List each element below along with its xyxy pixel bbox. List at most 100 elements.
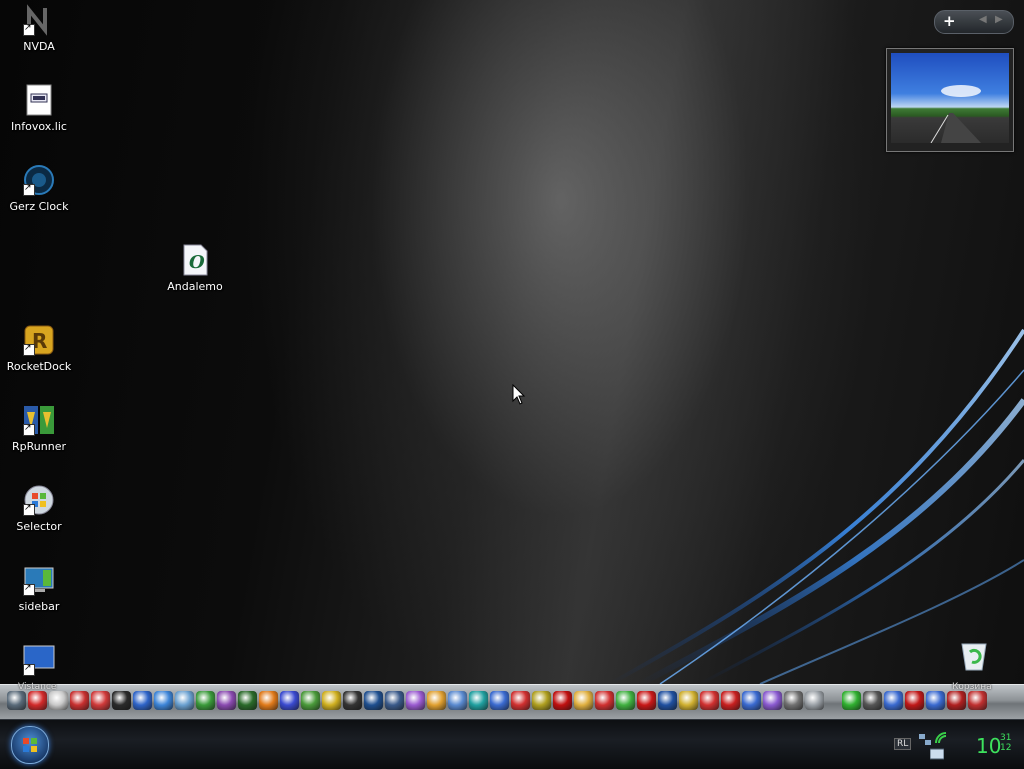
dock-app-icon[interactable]	[511, 691, 530, 710]
dock-app-icon[interactable]	[448, 691, 467, 710]
desktop-icon-sidebar[interactable]: sidebar	[0, 564, 78, 640]
dock-app-icon[interactable]	[721, 691, 740, 710]
svg-text:O: O	[189, 252, 205, 273]
windows-orb-icon	[23, 484, 55, 516]
desktop-icon-monitor[interactable]	[0, 644, 78, 684]
license-file-icon	[23, 84, 55, 116]
dock-app-icon[interactable]	[863, 691, 882, 710]
dock-app-icon[interactable]	[70, 691, 89, 710]
desktop-icon-label: Selector	[16, 520, 62, 533]
desktop-icon-label: Gerz Clock	[9, 200, 69, 213]
shortcut-arrow-icon	[23, 662, 35, 676]
dock-app-icon[interactable]	[763, 691, 782, 710]
dock-app-icon[interactable]	[490, 691, 509, 710]
system-tray: RL 10 31 12	[890, 728, 1024, 760]
clock-second: 12	[1000, 743, 1012, 753]
slideshow-photo	[891, 53, 1009, 143]
dock-app-icon[interactable]	[905, 691, 924, 710]
clock-minute: 31	[1000, 733, 1012, 743]
dock-app-icon[interactable]	[322, 691, 341, 710]
desktop-icon-andalemo[interactable]: O Andalemo	[156, 244, 234, 320]
dock-app-icon[interactable]	[595, 691, 614, 710]
dock-app-icon[interactable]	[968, 691, 987, 710]
shortcut-arrow-icon	[23, 502, 35, 516]
clock-hour: 10	[976, 734, 1002, 758]
dock-app-icon[interactable]	[658, 691, 677, 710]
dock-app-icon[interactable]	[259, 691, 278, 710]
desktop-icon-label: RocketDock	[6, 360, 72, 373]
dock-app-icon[interactable]	[343, 691, 362, 710]
shortcut-arrow-icon	[23, 582, 35, 596]
desktop-icon-gerz-clock[interactable]: Gerz Clock	[0, 164, 78, 240]
dock-app-icon[interactable]	[7, 691, 26, 710]
dock-app-icon[interactable]	[49, 691, 68, 710]
dock-app-icon[interactable]	[574, 691, 593, 710]
rocketdock-icon: R	[23, 324, 55, 356]
dock-app-icon[interactable]	[637, 691, 656, 710]
sidebar-controls: + ◀ ▶	[934, 10, 1014, 34]
clock[interactable]: 10 31 12	[976, 733, 1011, 758]
desktop-icon-label: Andalemo	[167, 280, 223, 293]
shortcut-arrow-icon	[23, 22, 35, 36]
dock-app-icon[interactable]	[926, 691, 945, 710]
dock-app-icon[interactable]	[884, 691, 903, 710]
windows-start-orb	[23, 738, 37, 752]
clock-minute-second: 31 12	[1000, 733, 1011, 753]
desktop-icon-label: sidebar	[18, 600, 60, 613]
dock-app-icon[interactable]	[217, 691, 236, 710]
dock-app-icon[interactable]	[427, 691, 446, 710]
keyboard-icon[interactable]	[929, 746, 945, 760]
sidebar-icon	[23, 564, 55, 596]
dock-app-icon[interactable]	[301, 691, 320, 710]
dock-app-icon[interactable]	[947, 691, 966, 710]
desktop-icon-label: NVDA	[23, 40, 55, 53]
dock-app-icon[interactable]	[842, 691, 861, 710]
dock-app-icon[interactable]	[238, 691, 257, 710]
desktop-icon-nvda[interactable]: NVDA	[0, 4, 78, 80]
dock-app-icon[interactable]	[280, 691, 299, 710]
rprunner-icon	[23, 404, 55, 436]
language-indicator[interactable]: RL	[894, 738, 912, 750]
desktop-icon-selector[interactable]: Selector	[0, 484, 78, 560]
start-button[interactable]	[11, 726, 49, 764]
dock-app-icon[interactable]	[616, 691, 635, 710]
monitor-icon	[23, 644, 55, 676]
dock-app-icon[interactable]	[532, 691, 551, 710]
dock-app-icon[interactable]	[91, 691, 110, 710]
rocketdock-bar: Vistance Корзина	[0, 682, 1024, 720]
dock-app-icon[interactable]	[112, 691, 131, 710]
dock-app-icon[interactable]	[133, 691, 152, 710]
dock-app-icon[interactable]	[805, 691, 824, 710]
dock-app-icon[interactable]	[784, 691, 803, 710]
dock-app-icon[interactable]	[406, 691, 425, 710]
signal-icon[interactable]	[934, 730, 948, 744]
dock-app-icon[interactable]	[553, 691, 572, 710]
dock-app-icon[interactable]	[154, 691, 173, 710]
desktop-icon-recycle-bin[interactable]	[950, 640, 998, 676]
next-page-button[interactable]: ▶	[995, 14, 1003, 25]
dock-app-icon[interactable]	[385, 691, 404, 710]
wallpaper-waves	[609, 328, 1024, 684]
opera-document-icon: O	[179, 244, 211, 276]
network-icon[interactable]	[918, 732, 932, 746]
desktop-icon-infovox[interactable]: Infovox.lic	[0, 84, 78, 160]
dock-app-icon[interactable]	[364, 691, 383, 710]
dock-items	[6, 690, 1020, 714]
shortcut-arrow-icon	[23, 422, 35, 436]
dock-app-icon[interactable]	[742, 691, 761, 710]
dock-separator	[826, 691, 840, 710]
dock-app-icon[interactable]	[196, 691, 215, 710]
desktop-icon-rprunner[interactable]: RpRunner	[0, 404, 78, 480]
previous-page-button[interactable]: ◀	[979, 14, 987, 25]
slideshow-gadget[interactable]	[886, 48, 1014, 152]
add-gadget-button[interactable]: +	[943, 12, 956, 30]
mouse-cursor	[512, 384, 526, 405]
dock-app-icon[interactable]	[175, 691, 194, 710]
taskbar: RL 10 31 12	[0, 719, 1024, 769]
dock-app-icon[interactable]	[700, 691, 719, 710]
dock-app-icon[interactable]	[28, 691, 47, 710]
dock-app-icon[interactable]	[679, 691, 698, 710]
desktop-icon-rocketdock[interactable]: R RocketDock	[0, 324, 78, 400]
dock-app-icon[interactable]	[469, 691, 488, 710]
recycle-bin-icon	[961, 643, 987, 671]
